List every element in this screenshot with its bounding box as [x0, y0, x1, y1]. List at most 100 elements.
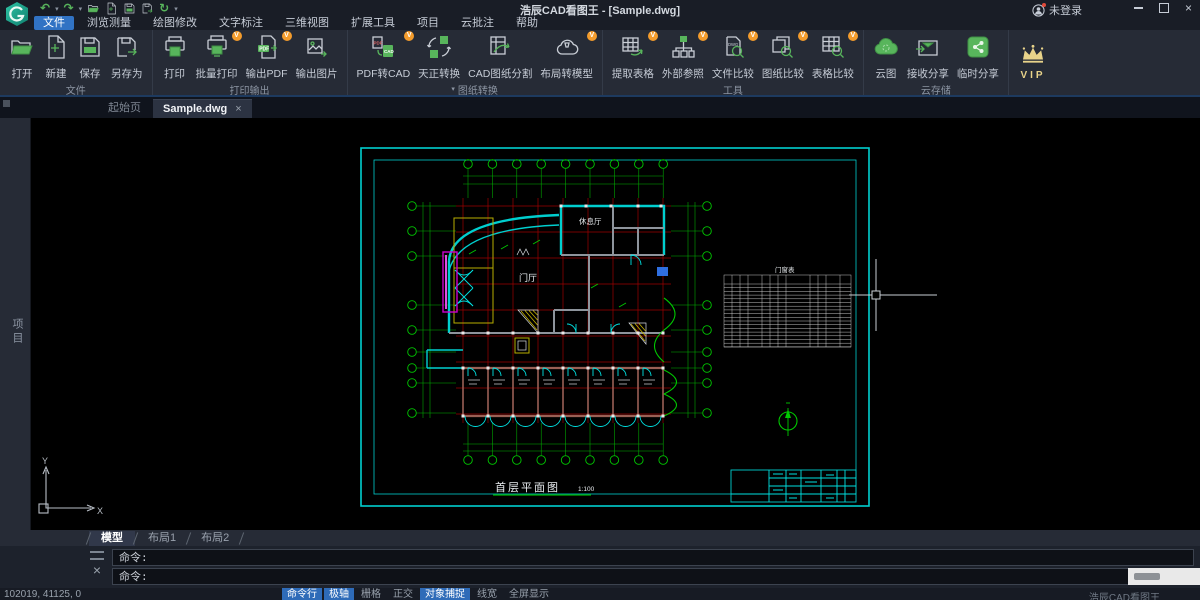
statusbar-brand: 浩辰CAD看图王 [1089, 589, 1160, 600]
ribbon-group-图纸转换: PDFCADVPDF转CAD天正转换CAD图纸分割V布局转模型▾图纸转换 [348, 30, 603, 95]
vip-badge-icon: V [587, 31, 597, 41]
export-image-button[interactable]: 输出图片 [292, 33, 342, 82]
tz-convert-button[interactable]: 天正转换 [414, 33, 464, 82]
close-command-icon[interactable]: × [86, 560, 108, 580]
menu-item-浏览测量[interactable]: 浏览测量 [78, 16, 140, 30]
cloud-drawing-button[interactable]: 云图 [869, 33, 903, 82]
ribbon-toolbar: 打开新建保存另存为文件打印V批量打印PDFV输出PDF输出图片打印输出PDFCA… [0, 30, 1200, 97]
menu-item-云批注[interactable]: 云批注 [452, 16, 503, 30]
svg-text:CAD: CAD [384, 49, 394, 54]
export-pdf-button[interactable]: PDFV输出PDF [242, 33, 292, 82]
ribbon-group-文件: 打开新建保存另存为文件 [0, 30, 153, 95]
table-compare-icon [820, 34, 846, 65]
menu-item-帮助[interactable]: 帮助 [507, 16, 547, 30]
save-icon[interactable] [123, 2, 136, 15]
menu-item-绘图修改[interactable]: 绘图修改 [144, 16, 206, 30]
user-label: 未登录 [1049, 2, 1082, 18]
customize-caret-icon[interactable]: ▾ [174, 2, 178, 15]
ribbon-group-label: 工具 [608, 82, 858, 96]
receive-share-button[interactable]: 接收分享 [903, 33, 953, 82]
status-toggle-正交[interactable]: 正交 [388, 588, 418, 600]
status-toggle-命令行[interactable]: 命令行 [282, 588, 322, 600]
menu-item-文字标注[interactable]: 文字标注 [210, 16, 272, 30]
new-file-button[interactable]: 新建 [39, 33, 73, 82]
command-input-1[interactable]: 命令: [112, 549, 1194, 566]
menu-item-项目[interactable]: 项目 [408, 16, 448, 30]
tab-Sample.dwg[interactable]: Sample.dwg× [153, 99, 252, 118]
tab-起始页[interactable]: 起始页 [98, 96, 151, 118]
close-tab-icon[interactable]: × [235, 103, 241, 115]
sync-icon[interactable]: ↻ [159, 2, 169, 15]
project-side-panel[interactable]: 项目 [0, 118, 31, 530]
temp-share-button[interactable]: 临时分享 [953, 33, 1003, 82]
status-toggle-对象捕捉[interactable]: 对象捕捉 [420, 588, 470, 600]
window-controls: × [1134, 1, 1192, 14]
vip-badge-icon: V [748, 31, 758, 41]
undo-caret-icon[interactable]: ▾ [55, 2, 59, 15]
scrollbar-thumb[interactable] [1134, 573, 1160, 580]
selected-object[interactable] [657, 267, 668, 276]
title-bar: ↶ ▾ ↷ ▾ ↻ ▾ 浩辰CAD看图王 - [Sample.dwg] 未登录 × [0, 0, 1200, 16]
new-file-icon[interactable] [105, 2, 118, 15]
command-grip[interactable] [90, 551, 104, 560]
minimize-button[interactable] [1134, 7, 1143, 9]
status-toggle-线宽[interactable]: 线宽 [472, 588, 502, 600]
ribbon-button-label: 接收分享 [907, 66, 949, 81]
layout-tab-模型[interactable]: 模型 [89, 531, 135, 546]
cad-split-button[interactable]: CAD图纸分割 [464, 33, 536, 82]
temp-share-icon [965, 34, 991, 65]
ribbon-group-打印输出: 打印V批量打印PDFV输出PDF输出图片打印输出 [153, 30, 348, 95]
menu-item-文件[interactable]: 文件 [34, 16, 74, 30]
extract-table-button[interactable]: V提取表格 [608, 33, 658, 82]
open-folder-icon[interactable] [87, 2, 100, 15]
window-title: 浩辰CAD看图王 - [Sample.dwg] [520, 2, 680, 18]
vip-label: VIP [1018, 70, 1048, 81]
redo-caret-icon[interactable]: ▾ [79, 2, 83, 15]
open-folder-button[interactable]: 打开 [5, 33, 39, 82]
crosshair-cursor [849, 259, 937, 331]
pdf-to-cad-button[interactable]: PDFCADVPDF转CAD [353, 33, 415, 82]
batch-print-button[interactable]: V批量打印 [192, 33, 242, 82]
drawing-canvas[interactable]: 门窗表 首层平面图 1:100 休息厅 [31, 118, 1200, 530]
save-button[interactable]: 保存 [73, 33, 107, 82]
tz-convert-icon [426, 34, 452, 65]
coordinate-display: 102019, 41125, 0 [4, 589, 81, 600]
save-as-icon[interactable] [141, 2, 154, 15]
vip-badge-icon: V [404, 31, 414, 41]
menu-item-三维视图[interactable]: 三维视图 [276, 16, 338, 30]
status-toggle-栅格[interactable]: 栅格 [356, 588, 386, 600]
command-input-2[interactable]: 命令: [112, 568, 1194, 585]
ucs-y-label: Y [42, 456, 48, 466]
ribbon-button-label: 表格比较 [812, 66, 854, 81]
layout-to-model-button[interactable]: V布局转模型 [536, 33, 597, 82]
command-scrollbar[interactable] [1128, 568, 1200, 585]
group-dropdown-icon[interactable]: ▾ [451, 85, 455, 93]
user-account-button[interactable]: 未登录 [1032, 2, 1082, 18]
undo-icon[interactable]: ↶ [40, 2, 50, 15]
maximize-button[interactable] [1159, 3, 1169, 13]
menu-item-扩展工具[interactable]: 扩展工具 [342, 16, 404, 30]
layout-tab-布局2[interactable]: 布局2 [189, 531, 241, 546]
open-folder-icon [9, 34, 35, 65]
drawing-compare-button[interactable]: V图纸比较 [758, 33, 808, 82]
cad-drawing[interactable]: 门窗表 首层平面图 1:100 休息厅 [31, 118, 1200, 530]
close-button[interactable]: × [1185, 2, 1192, 14]
entrance-hall-label: 门厅 [519, 272, 537, 283]
batch-print-icon [204, 34, 230, 65]
plan-title-text: 首层平面图 [495, 480, 560, 494]
layout-tab-布局1[interactable]: 布局1 [136, 531, 188, 546]
table-compare-button[interactable]: V表格比较 [808, 33, 858, 82]
print-button[interactable]: 打印 [158, 33, 192, 82]
rest-hall-label: 休息厅 [579, 216, 602, 226]
status-toggle-全屏显示[interactable]: 全屏显示 [504, 588, 554, 600]
xref-button[interactable]: V外部参照 [658, 33, 708, 82]
panel-grip[interactable] [3, 100, 10, 107]
document-tab-bar: 起始页Sample.dwg× [0, 97, 1200, 118]
redo-icon[interactable]: ↷ [64, 2, 74, 15]
status-toggle-极轴[interactable]: 极轴 [324, 588, 354, 600]
vip-crown-icon [1018, 44, 1048, 64]
vip-button[interactable]: VIP [1018, 44, 1048, 81]
schedule-table: 门窗表 [724, 265, 851, 347]
save-as-button[interactable]: 另存为 [107, 33, 147, 82]
file-compare-button[interactable]: DWGV文件比较 [708, 33, 758, 82]
